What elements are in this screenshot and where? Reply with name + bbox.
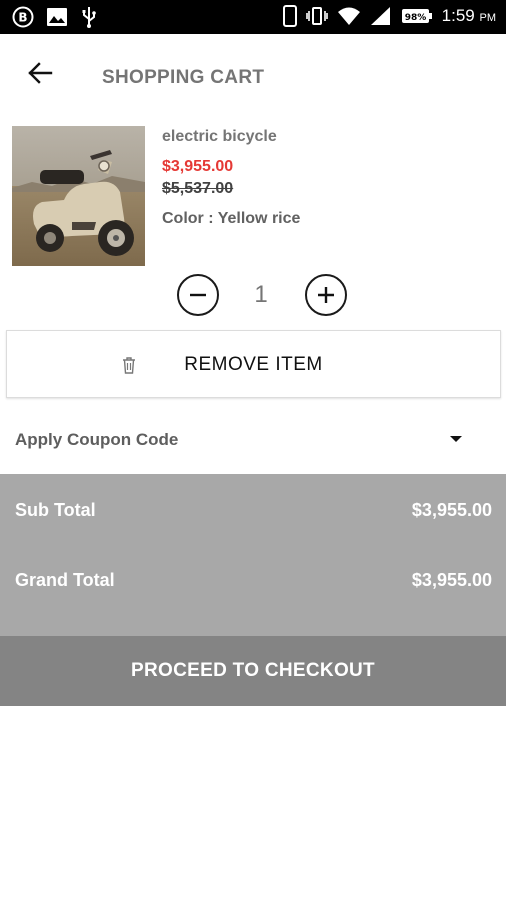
totals-panel: Sub Total $3,955.00 Grand Total $3,955.0…	[0, 474, 506, 636]
battery-icon: 98%	[401, 7, 433, 25]
decrease-quantity-button[interactable]	[177, 274, 219, 316]
sub-total-label: Sub Total	[15, 500, 96, 520]
product-image[interactable]	[12, 126, 145, 266]
remove-item-button[interactable]: REMOVE ITEM	[6, 330, 501, 398]
increase-quantity-button[interactable]	[305, 274, 347, 316]
plus-icon	[318, 287, 334, 303]
proceed-to-checkout-button[interactable]: PROCEED TO CHECKOUT	[0, 636, 506, 706]
status-right-icons: 98% 1:59 PM	[282, 5, 496, 27]
remove-item-label: REMOVE ITEM	[184, 354, 323, 375]
coupon-dropdown[interactable]: Apply Coupon Code	[0, 414, 506, 466]
grand-total-row: Grand Total $3,955.00	[0, 570, 506, 600]
grand-total-value: $3,955.00	[411, 570, 492, 590]
quantity-stepper: 1	[0, 274, 506, 318]
app-header: SHOPPING CART	[0, 34, 506, 114]
sub-total-value: $3,955.00	[411, 500, 492, 520]
product-info: electric bicycle $3,955.00 $5,537.00 Col…	[162, 128, 300, 228]
product-color: Color : Yellow rice	[162, 210, 301, 227]
wifi-icon	[337, 6, 361, 26]
quantity-value: 1	[254, 281, 268, 308]
image-icon	[46, 7, 68, 27]
coupon-label: Apply Coupon Code	[15, 430, 179, 449]
vibrate-icon	[305, 6, 328, 26]
usb-icon	[80, 6, 98, 28]
status-left-icons: B	[12, 6, 98, 28]
back-button[interactable]	[22, 58, 58, 88]
clock: 1:59 PM	[441, 6, 496, 25]
arrow-left-icon	[28, 62, 53, 84]
status-bar: B 98% 1:59 PM	[0, 0, 506, 34]
signal-icon	[370, 6, 392, 26]
checkout-label: PROCEED TO CHECKOUT	[131, 660, 375, 681]
original-price: $5,537.00	[162, 180, 234, 197]
caret-down-icon	[450, 436, 462, 442]
phone-icon	[282, 5, 297, 27]
sub-total-row: Sub Total $3,955.00	[0, 500, 506, 530]
minus-icon	[190, 293, 206, 297]
battery-level: 98%	[404, 13, 426, 23]
b-circle-icon: B	[12, 6, 34, 28]
svg-text:B: B	[18, 11, 27, 25]
product-name[interactable]: electric bicycle	[162, 128, 300, 150]
sale-price: $3,955.00	[162, 158, 234, 175]
grand-total-label: Grand Total	[15, 570, 115, 590]
page-title: SHOPPING CART	[102, 67, 265, 88]
